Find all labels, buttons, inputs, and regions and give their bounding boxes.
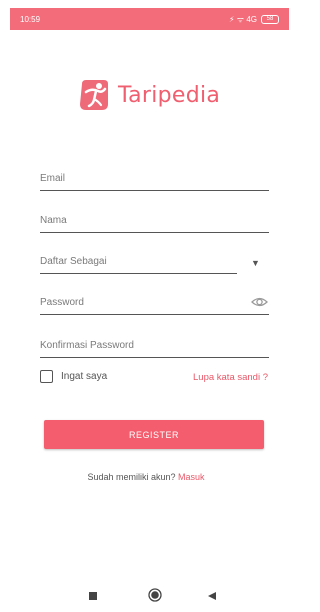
password-field[interactable]: Password [40,295,269,315]
remember-label: Ingat saya [61,371,108,382]
recent-apps-icon[interactable] [89,592,97,600]
confirm-password-underline [40,357,269,358]
login-question: Sudah memiliki akun? [87,472,176,482]
system-nav-bar [0,582,292,612]
forgot-password-link[interactable]: Lupa kata sandi ? [193,372,268,383]
signal-icons: ⚡ ᯤ 4G [228,14,257,24]
remember-me[interactable]: Ingat saya [40,370,107,383]
app-logo: Taripedia [78,78,220,112]
password-label: Password [40,297,84,308]
role-dropdown[interactable]: Daftar Sebagai ▼ [40,254,269,274]
status-time: 10:59 [20,14,41,24]
status-bar: 10:59 ⚡ ᯤ 4G 58 [10,8,289,30]
name-field[interactable]: Nama [40,213,269,233]
name-underline [40,232,269,233]
role-underline [40,273,237,274]
email-label: Email [40,173,66,184]
role-label: Daftar Sebagai [40,256,107,267]
taripedia-logo-icon [80,80,108,110]
login-prompt: Sudah memiliki akun? Masuk [0,472,292,482]
email-field[interactable]: Email [40,171,269,191]
battery-icon: 58 [261,14,279,24]
confirm-password-label: Konfirmasi Password [40,340,134,351]
status-icons: ⚡ ᯤ 4G 58 [229,14,279,25]
name-label: Nama [40,215,67,226]
back-icon[interactable] [208,592,216,600]
chevron-down-icon[interactable]: ▼ [251,258,260,268]
login-link[interactable]: Masuk [178,472,205,482]
confirm-password-field[interactable]: Konfirmasi Password [40,338,269,358]
logo-text: Taripedia [118,82,221,108]
register-button[interactable]: REGISTER [44,420,264,449]
password-underline [40,314,269,315]
eye-icon[interactable] [251,295,268,309]
email-underline [40,190,269,191]
remember-checkbox[interactable] [40,370,53,383]
home-icon[interactable] [148,588,162,602]
